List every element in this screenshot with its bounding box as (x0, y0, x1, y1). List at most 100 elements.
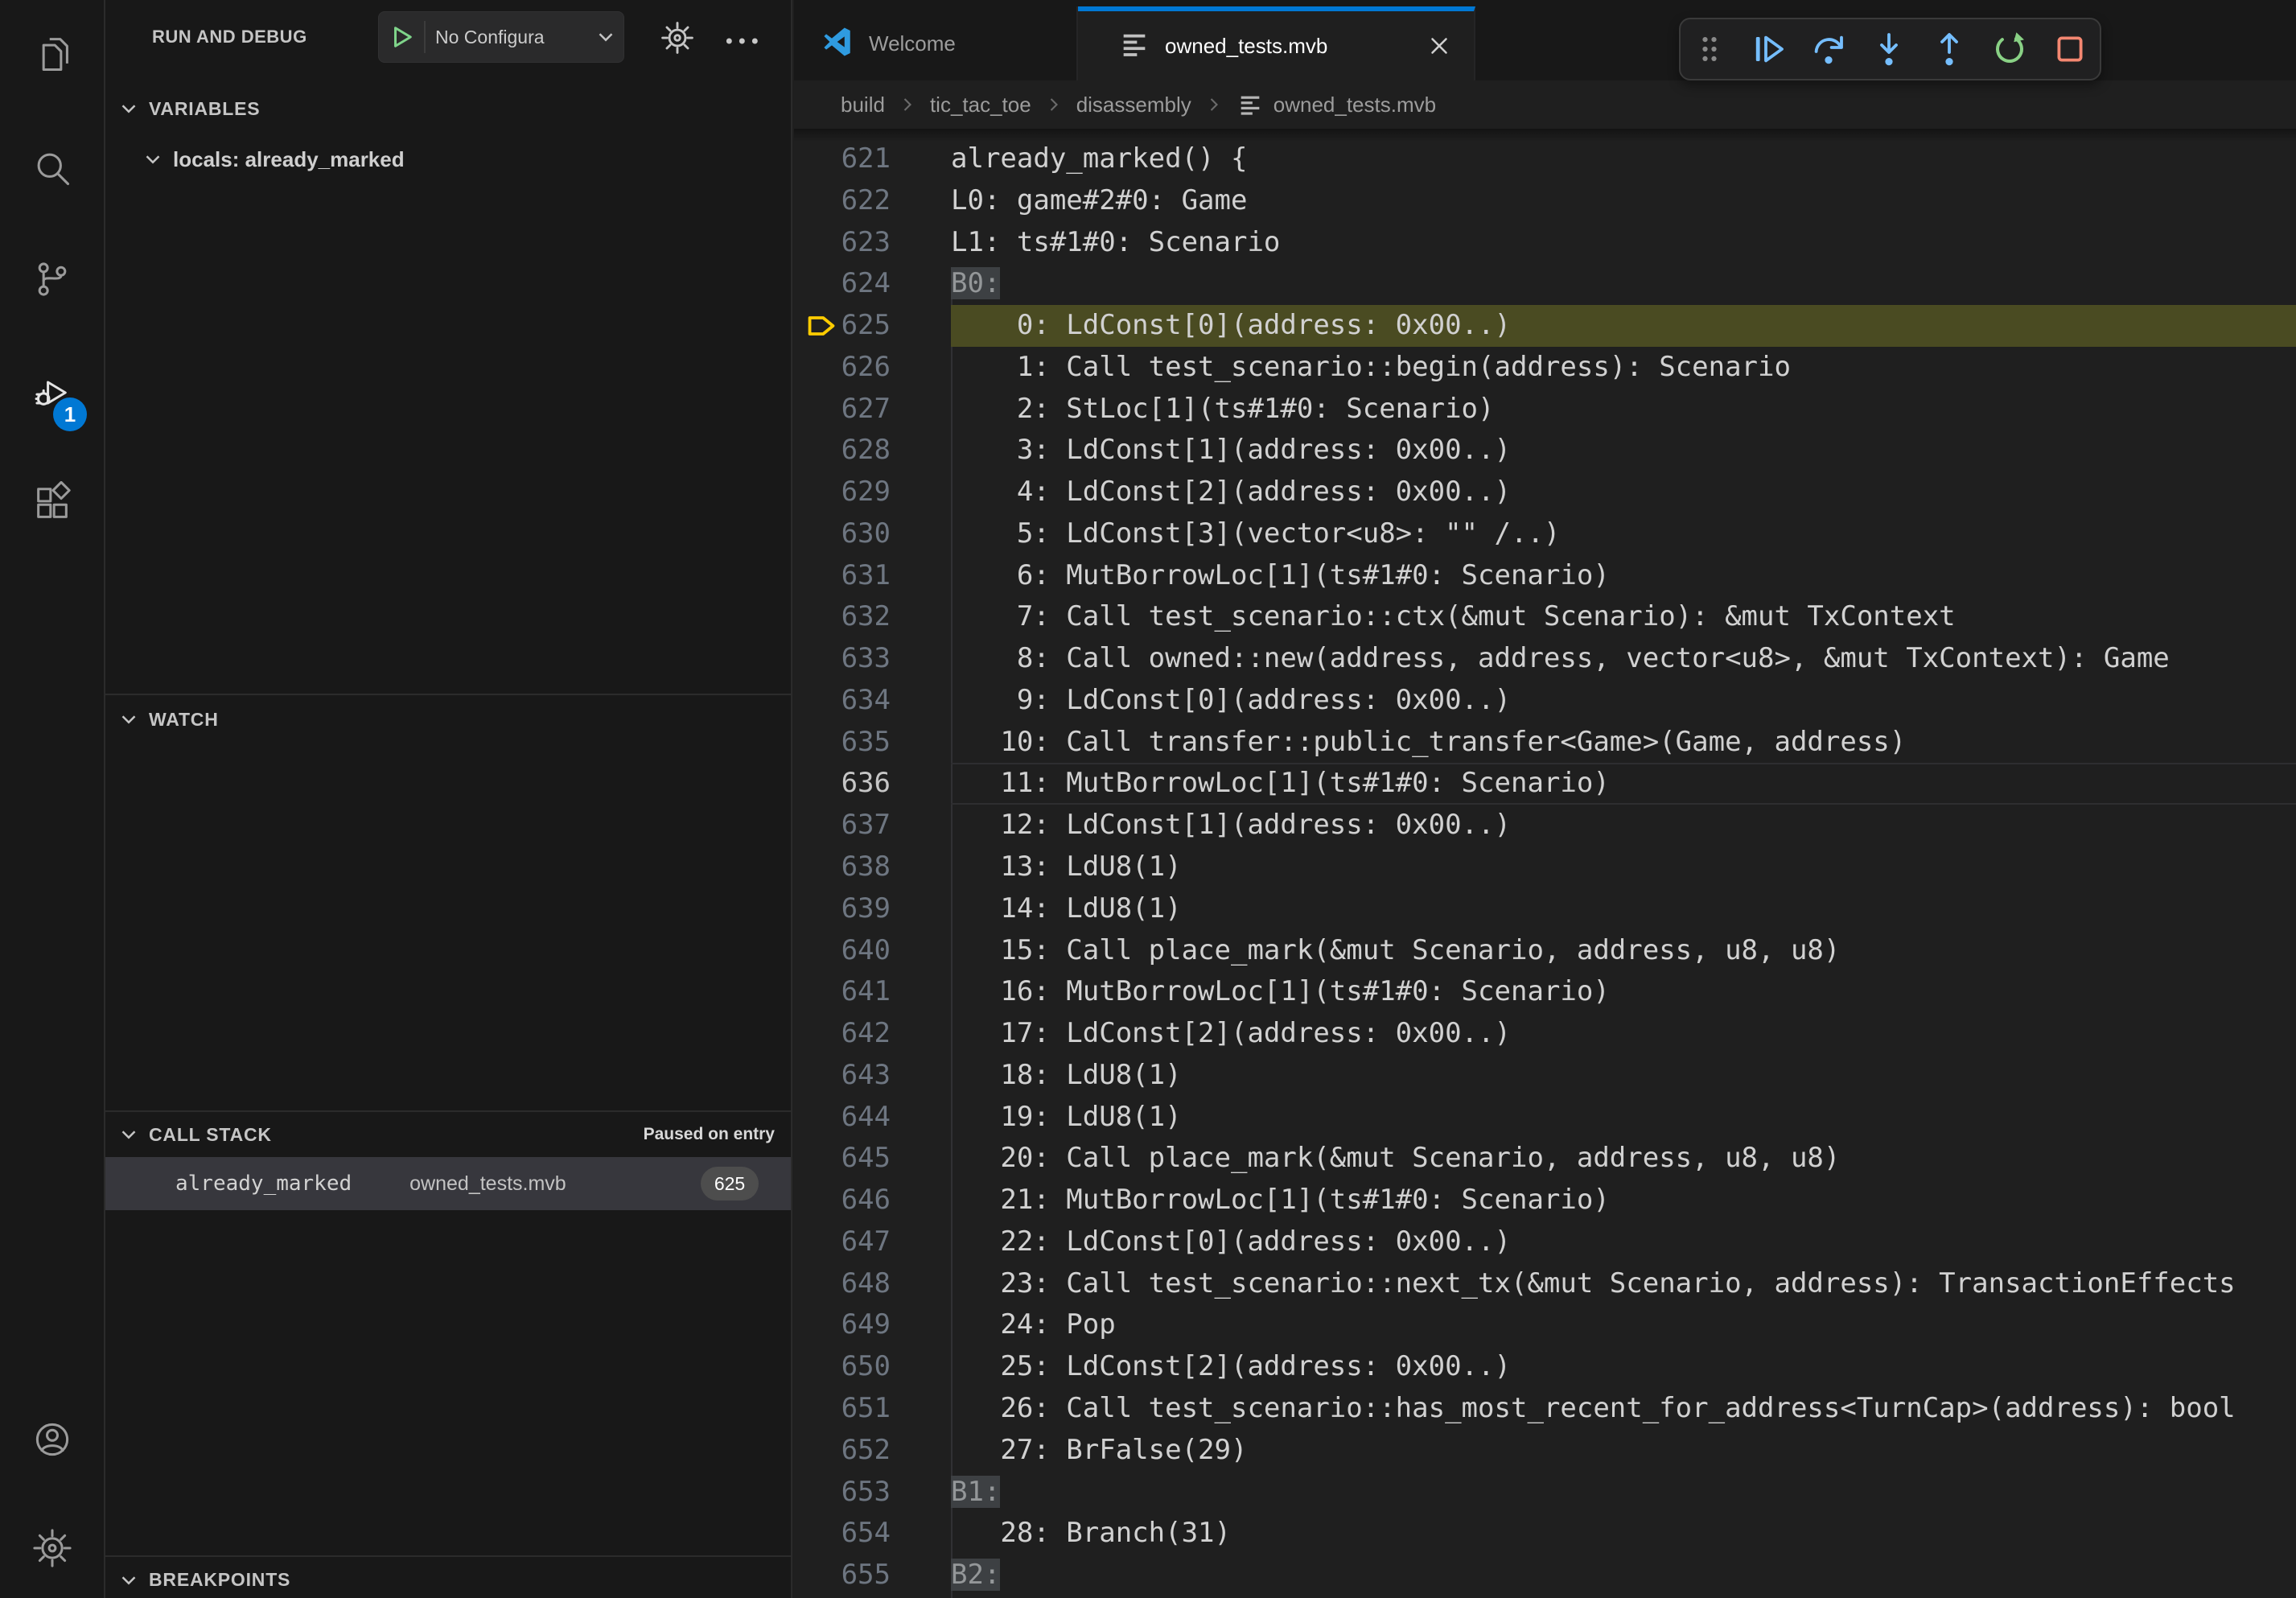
code-text[interactable]: B2: (951, 1555, 2296, 1596)
code-text[interactable]: 24: Pop (951, 1304, 2296, 1346)
code-text[interactable]: 13: LdU8(1) (951, 846, 2296, 888)
line-number[interactable]: 645 (794, 1138, 891, 1180)
call-stack-frame[interactable]: already_marked owned_tests.mvb 625 (105, 1157, 791, 1210)
line-number[interactable]: 639 (794, 888, 891, 930)
section-divider[interactable] (105, 1110, 791, 1112)
restart-button[interactable] (1990, 30, 2029, 68)
code-text[interactable]: 28: Branch(31) (951, 1513, 2296, 1555)
line-number[interactable]: 633 (794, 638, 891, 680)
breadcrumb-item-file[interactable]: owned_tests.mvb (1273, 93, 1436, 117)
code-text[interactable]: 20: Call place_mark(&mut Scenario, addre… (951, 1138, 2296, 1180)
watch-section-header[interactable]: WATCH (105, 701, 791, 738)
code-text[interactable]: 23: Call test_scenario::next_tx(&mut Sce… (951, 1263, 2296, 1305)
line-number[interactable]: 653 (794, 1472, 891, 1514)
code-text[interactable]: B0: (951, 263, 2296, 305)
breadcrumb-item[interactable]: disassembly (1076, 93, 1191, 117)
code-text[interactable]: 11: MutBorrowLoc[1](ts#1#0: Scenario) (951, 763, 2296, 805)
code-text[interactable]: 5: LdConst[3](vector<u8>: "" /..) (951, 513, 2296, 555)
line-number[interactable]: 647 (794, 1221, 891, 1263)
line-number[interactable]: 652 (794, 1430, 891, 1472)
code-text[interactable]: 12: LdConst[1](address: 0x00..) (951, 805, 2296, 846)
step-out-button[interactable] (1930, 30, 1969, 68)
sidebar-item-source-control[interactable] (0, 258, 104, 304)
account-button[interactable] (0, 1419, 104, 1464)
code-text[interactable]: 2: StLoc[1](ts#1#0: Scenario) (951, 389, 2296, 430)
line-number[interactable]: 629 (794, 472, 891, 513)
section-divider[interactable] (105, 1555, 791, 1557)
sidebar-item-extensions[interactable] (0, 481, 104, 527)
line-number[interactable]: 636 (794, 763, 891, 805)
line-number[interactable]: 655 (794, 1555, 891, 1596)
step-into-button[interactable] (1870, 30, 1908, 68)
code-text[interactable]: 19: LdU8(1) (951, 1097, 2296, 1139)
line-number[interactable]: 630 (794, 513, 891, 555)
code-text[interactable]: 17: LdConst[2](address: 0x00..) (951, 1013, 2296, 1055)
line-number[interactable]: 637 (794, 805, 891, 846)
code-text[interactable]: B1: (951, 1472, 2296, 1514)
line-number[interactable]: 648 (794, 1263, 891, 1305)
line-number[interactable]: 634 (794, 680, 891, 722)
code-text[interactable]: already_marked() { (951, 138, 2296, 180)
code-text[interactable]: 8: Call owned::new(address, address, vec… (951, 638, 2296, 680)
toolbar-drag-handle[interactable] (1691, 30, 1727, 68)
code-text[interactable]: 9: LdConst[0](address: 0x00..) (951, 680, 2296, 722)
breadcrumb-item[interactable]: build (841, 93, 885, 117)
breadcrumb-item[interactable]: tic_tac_toe (930, 93, 1031, 117)
code-area[interactable]: 621 already_marked() { 622 L0: game#2#0: Ga… (794, 129, 2296, 1598)
code-text[interactable]: L0: game#2#0: Game (951, 180, 2296, 222)
breakpoints-section-header[interactable]: BREAKPOINTS (105, 1562, 791, 1598)
more-actions-icon[interactable] (718, 19, 770, 60)
code-text[interactable]: 14: LdU8(1) (951, 888, 2296, 930)
call-stack-section-header[interactable]: CALL STACK Paused on entry (105, 1115, 791, 1154)
code-text[interactable]: 15: Call place_mark(&mut Scenario, addre… (951, 930, 2296, 972)
line-number[interactable]: 654 (794, 1513, 891, 1555)
close-icon[interactable] (1426, 32, 1453, 60)
code-text[interactable]: 21: MutBorrowLoc[1](ts#1#0: Scenario) (951, 1180, 2296, 1221)
code-text[interactable]: 10: Call transfer::public_transfer<Game>… (951, 722, 2296, 764)
line-number[interactable]: 635 (794, 722, 891, 764)
section-divider[interactable] (105, 694, 791, 695)
code-text[interactable]: 6: MutBorrowLoc[1](ts#1#0: Scenario) (951, 555, 2296, 597)
line-number[interactable]: 644 (794, 1097, 891, 1139)
line-number[interactable]: 626 (794, 347, 891, 389)
sidebar-item-search[interactable] (0, 147, 104, 193)
code-text[interactable]: 4: LdConst[2](address: 0x00..) (951, 472, 2296, 513)
step-over-button[interactable] (1809, 30, 1848, 68)
code-text[interactable]: 22: LdConst[0](address: 0x00..) (951, 1221, 2296, 1263)
code-text[interactable]: 1: Call test_scenario::begin(address): S… (951, 347, 2296, 389)
sidebar-item-explorer[interactable] (0, 33, 104, 79)
code-text[interactable]: 3: LdConst[1](address: 0x00..) (951, 430, 2296, 472)
code-text[interactable]: 16: MutBorrowLoc[1](ts#1#0: Scenario) (951, 971, 2296, 1013)
tab-welcome[interactable]: Welcome (794, 6, 1078, 80)
start-debugging-button[interactable] (379, 21, 426, 53)
line-number[interactable]: 641 (794, 971, 891, 1013)
sidebar-item-run-and-debug[interactable] (0, 372, 104, 418)
line-number[interactable]: 649 (794, 1304, 891, 1346)
code-text[interactable]: 25: LdConst[2](address: 0x00..) (951, 1346, 2296, 1388)
tab-owned-tests[interactable]: owned_tests.mvb (1078, 6, 1475, 80)
settings-button[interactable] (0, 1527, 104, 1573)
line-number[interactable]: 651 (794, 1388, 891, 1430)
line-number[interactable]: 650 (794, 1346, 891, 1388)
line-number[interactable]: 621 (794, 138, 891, 180)
code-text[interactable]: 0: LdConst[0](address: 0x00..) (951, 305, 2296, 347)
variables-scope-locals[interactable]: locals: already_marked (105, 138, 791, 180)
continue-button[interactable] (1749, 30, 1788, 68)
line-number[interactable]: 624 (794, 263, 891, 305)
code-text[interactable]: 7: Call test_scenario::ctx(&mut Scenario… (951, 596, 2296, 638)
line-number[interactable]: 622 (794, 180, 891, 222)
code-text[interactable]: 27: BrFalse(29) (951, 1430, 2296, 1472)
code-text[interactable]: 18: LdU8(1) (951, 1055, 2296, 1097)
launch-configuration-dropdown[interactable]: No Configura (378, 11, 624, 63)
line-number[interactable]: 640 (794, 930, 891, 972)
line-number[interactable]: 631 (794, 555, 891, 597)
line-number[interactable]: 642 (794, 1013, 891, 1055)
line-number[interactable]: 643 (794, 1055, 891, 1097)
line-number[interactable]: 627 (794, 389, 891, 430)
line-number[interactable]: 638 (794, 846, 891, 888)
variables-section-header[interactable]: VARIABLES (105, 90, 791, 127)
stop-button[interactable] (2051, 30, 2089, 68)
line-number[interactable]: 632 (794, 596, 891, 638)
code-text[interactable]: L1: ts#1#0: Scenario (951, 222, 2296, 264)
line-number[interactable]: 623 (794, 222, 891, 264)
